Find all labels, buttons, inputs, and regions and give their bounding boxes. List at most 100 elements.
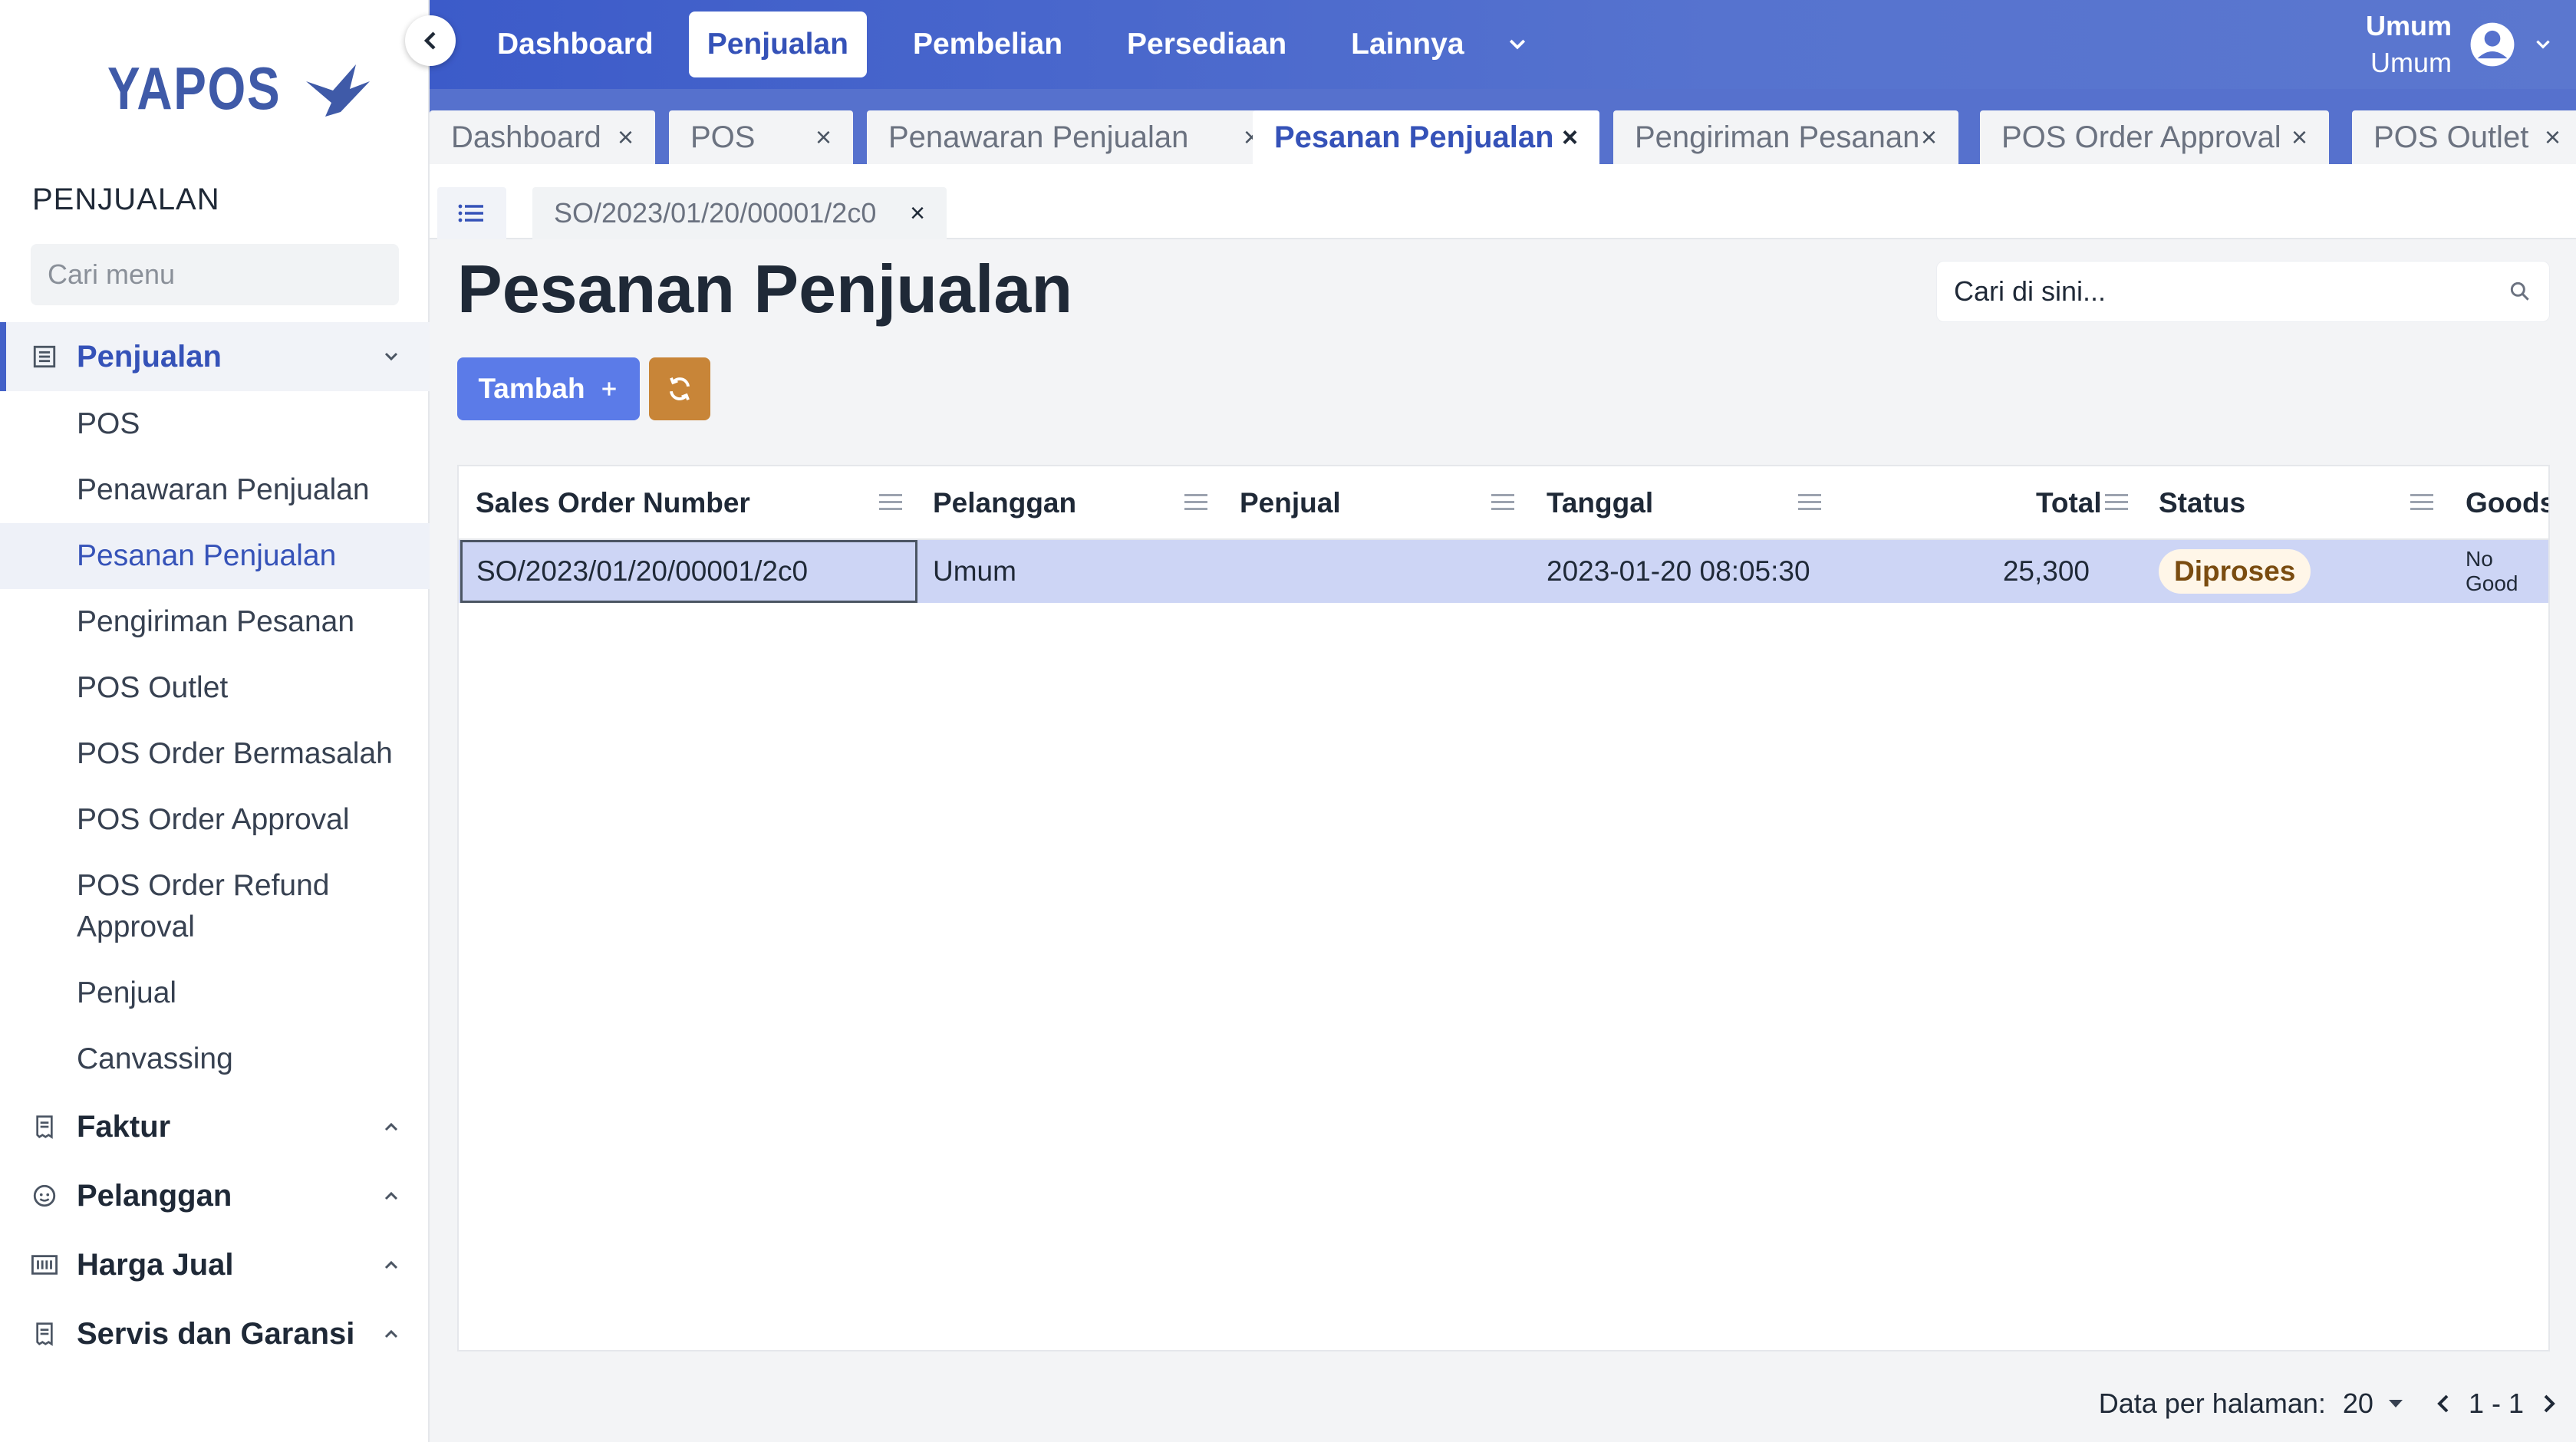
tab-pesanan-penjualan[interactable]: Pesanan Penjualan × [1253, 110, 1599, 164]
tab-penawaran-penjualan[interactable]: Penawaran Penjualan × [867, 110, 1281, 164]
nav-penjualan[interactable]: Penjualan [688, 12, 867, 77]
sidebar-item-pos-order-approval[interactable]: POS Order Approval [0, 787, 430, 853]
nav-dashboard[interactable]: Dashboard [479, 12, 672, 77]
chevron-up-icon [376, 1190, 407, 1202]
sidebar-item-pesanan-penjualan[interactable]: Pesanan Penjualan [0, 523, 430, 589]
sidebar-collapse-button[interactable] [405, 15, 456, 66]
barcode-icon [31, 1251, 58, 1279]
document-tab[interactable]: SO/2023/01/20/00001/2c0 × [532, 187, 947, 239]
receipt-icon [31, 1113, 58, 1141]
column-header-goods[interactable]: Goods [2466, 466, 2548, 540]
nav-more-dropdown[interactable] [1506, 37, 1529, 52]
sidebar-group-servis-dan-garansi[interactable]: Servis dan Garansi [0, 1299, 430, 1368]
close-icon[interactable]: × [815, 121, 832, 153]
sidebar-group-penjualan[interactable]: Penjualan [0, 322, 430, 391]
sidebar-group-harga-jual[interactable]: Harga Jual [0, 1230, 430, 1299]
sidebar-item-pos-order-bermasalah[interactable]: POS Order Bermasalah [0, 721, 430, 787]
tab-pos-outlet[interactable]: POS Outlet × [2352, 110, 2576, 164]
refresh-button[interactable] [649, 357, 710, 420]
cell-goods[interactable]: No Good [2466, 540, 2548, 603]
sidebar-item-canvassing[interactable]: Canvassing [0, 1026, 430, 1092]
sidebar-item-pos-order-refund-approval[interactable]: POS Order Refund Approval [0, 853, 430, 960]
face-icon [31, 1182, 58, 1210]
column-menu-icon[interactable] [1491, 494, 1514, 512]
search-icon [2510, 281, 2529, 301]
per-page-value: 20 [2342, 1388, 2373, 1419]
chevron-left-icon [423, 31, 436, 50]
column-header-tanggal[interactable]: Tanggal [1547, 466, 1653, 540]
sidebar-item-penawaran-penjualan[interactable]: Penawaran Penjualan [0, 457, 430, 523]
sidebar-item-penjual[interactable]: Penjual [0, 960, 430, 1026]
column-menu-icon[interactable] [1184, 494, 1207, 512]
tab-label: Pengiriman Pesanan [1635, 120, 1920, 154]
column-header-total[interactable]: Total [2036, 466, 2102, 540]
cell-pelanggan[interactable]: Umum [933, 540, 1016, 603]
content-search-input[interactable] [1954, 275, 2508, 308]
page-title: Pesanan Penjualan [457, 251, 1073, 327]
tab-pos[interactable]: POS × [669, 110, 853, 164]
close-icon[interactable]: × [618, 121, 634, 153]
cell-status[interactable]: Diproses [2159, 540, 2311, 603]
pagination: Data per halaman: 20 1 - 1 [2099, 1381, 2558, 1427]
refresh-icon [670, 377, 690, 400]
user-avatar-icon [2470, 22, 2515, 67]
nav-pembelian[interactable]: Pembelian [894, 12, 1081, 77]
column-menu-icon[interactable] [1798, 494, 1821, 512]
caret-down-icon [2388, 1400, 2403, 1407]
per-page-select[interactable]: 20 [2343, 1388, 2404, 1420]
logo[interactable]: YAPOS [107, 54, 371, 123]
tab-pos-order-approval[interactable]: POS Order Approval × [1980, 110, 2329, 164]
content-search[interactable] [1936, 261, 2550, 322]
sidebar-group-label: Penjualan [77, 339, 222, 374]
column-menu-icon[interactable] [879, 494, 902, 512]
close-icon[interactable]: × [1921, 121, 1937, 153]
tab-label: Penawaran Penjualan [888, 120, 1189, 154]
bird-logo-icon [305, 64, 370, 117]
close-icon[interactable]: × [910, 199, 925, 229]
table-row[interactable]: SO/2023/01/20/00001/2c0 Umum 2023-01-20 … [459, 540, 2548, 603]
chevron-up-icon [376, 1259, 407, 1271]
tab-pengiriman-pesanan[interactable]: Pengiriman Pesanan × [1613, 110, 1958, 164]
tab-label: POS Outlet [2373, 120, 2529, 154]
tab-dashboard[interactable]: Dashboard × [430, 110, 655, 164]
column-menu-icon[interactable] [2105, 494, 2128, 512]
column-header-pelanggan[interactable]: Pelanggan [933, 466, 1076, 540]
list-view-tab[interactable] [437, 187, 506, 239]
column-menu-icon[interactable] [2410, 494, 2433, 512]
prev-page-icon[interactable] [2435, 1392, 2452, 1415]
logo-text: YAPOS [107, 54, 282, 122]
open-tabs-bar: Dashboard × POS × Penawaran Penjualan × Pes… [430, 89, 2576, 164]
sidebar-item-pengiriman-pesanan[interactable]: Pengiriman Pesanan [0, 589, 430, 655]
cell-tanggal[interactable]: 2023-01-20 08:05:30 [1547, 540, 1810, 603]
receipt-icon [31, 1320, 58, 1348]
chevron-down-icon [376, 351, 407, 363]
cell-total[interactable]: 25,300 [1955, 540, 2090, 603]
cell-so-number[interactable]: SO/2023/01/20/00001/2c0 [460, 540, 917, 603]
close-icon[interactable]: × [2545, 121, 2561, 153]
sidebar-search-input[interactable] [48, 258, 404, 291]
close-icon[interactable]: × [2291, 121, 2308, 153]
sidebar-search[interactable] [31, 244, 404, 305]
column-header-penjual[interactable]: Penjual [1240, 466, 1341, 540]
plus-icon [601, 382, 616, 396]
document-tab-label: SO/2023/01/20/00001/2c0 [554, 197, 877, 229]
nav-lainnya[interactable]: Lainnya [1332, 12, 1482, 77]
sidebar-group-pelanggan[interactable]: Pelanggan [0, 1161, 430, 1230]
sidebar-group-faktur[interactable]: Faktur [0, 1092, 430, 1161]
add-button[interactable]: Tambah [457, 357, 640, 420]
column-header-sales-order-number[interactable]: Sales Order Number [476, 466, 750, 540]
close-icon[interactable]: × [1562, 121, 1578, 153]
tab-label: POS [690, 120, 756, 154]
user-menu[interactable]: Umum Umum [2366, 0, 2553, 89]
sidebar-item-pos[interactable]: POS [0, 391, 430, 457]
tab-label: Dashboard [451, 120, 601, 154]
sidebar-group-label: Faktur [77, 1109, 171, 1144]
status-badge: Diproses [2159, 549, 2311, 594]
chevron-down-icon [1509, 39, 1525, 50]
sidebar-item-pos-outlet[interactable]: POS Outlet [0, 655, 430, 721]
sidebar-section-title: PENJUALAN [32, 183, 220, 216]
nav-persediaan[interactable]: Persediaan [1108, 12, 1305, 77]
page-range: 1 - 1 [2468, 1388, 2524, 1419]
next-page-icon[interactable] [2541, 1392, 2558, 1415]
column-header-status[interactable]: Status [2159, 466, 2245, 540]
